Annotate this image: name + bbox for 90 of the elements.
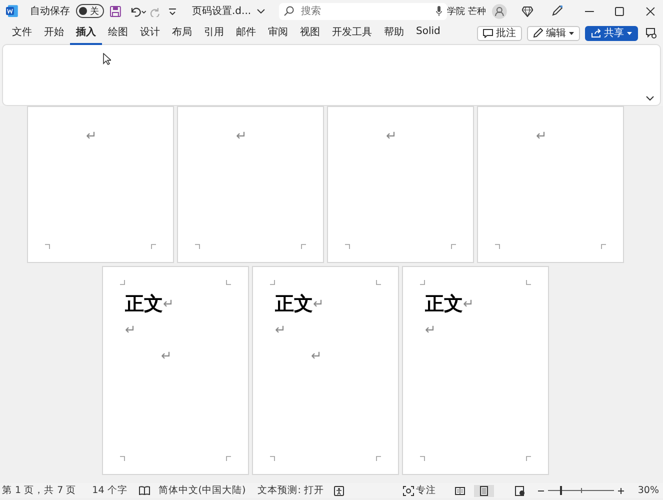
- accessibility-icon[interactable]: [334, 486, 344, 496]
- text-prediction-status[interactable]: 文本预测: 打开: [258, 484, 324, 497]
- print-layout-icon[interactable]: [478, 486, 489, 496]
- paragraph-mark: ↵: [425, 322, 436, 338]
- paragraph-mark: ↵: [311, 348, 322, 364]
- ribbon-tab[interactable]: 绘图: [102, 22, 134, 44]
- save-icon[interactable]: [110, 6, 121, 16]
- ribbon-tab[interactable]: 帮助: [378, 22, 410, 44]
- language-status[interactable]: 简体中文(中国大陆): [158, 484, 246, 497]
- ribbon-tab[interactable]: Solid: [410, 23, 446, 43]
- margin-corner-mark: [270, 456, 275, 461]
- margin-corner-mark: [301, 244, 306, 249]
- ribbon-tab[interactable]: 开始: [38, 22, 70, 44]
- ribbon-tab[interactable]: 邮件: [230, 22, 262, 44]
- ribbon-tab[interactable]: 文件: [6, 22, 38, 44]
- close-icon[interactable]: [646, 6, 656, 16]
- paragraph-mark: ↵: [161, 348, 172, 364]
- margin-corner-mark: [120, 456, 125, 461]
- heading-text: 正文: [125, 292, 163, 317]
- pen-icon[interactable]: [551, 5, 563, 17]
- margin-corner-mark: [601, 244, 606, 249]
- search-icon: [284, 6, 294, 16]
- autosave-toggle[interactable]: 关: [76, 4, 104, 18]
- caret-icon: [569, 32, 574, 34]
- undo-icon[interactable]: [128, 6, 146, 16]
- microphone-icon[interactable]: [436, 6, 442, 16]
- caret-icon: [627, 32, 632, 34]
- zoom-level[interactable]: 30%: [638, 485, 659, 496]
- margin-corner-mark: [226, 456, 231, 461]
- collapse-ribbon-icon[interactable]: [646, 96, 654, 101]
- ribbon-tab[interactable]: 审阅: [262, 22, 294, 44]
- heading-text: 正文: [275, 292, 313, 317]
- paragraph-mark: ↵: [275, 322, 286, 338]
- margin-corner-mark: [151, 244, 156, 249]
- margin-corner-mark: [420, 280, 425, 285]
- customize-icon[interactable]: [169, 7, 176, 15]
- edit-button[interactable]: 编辑: [527, 26, 580, 40]
- paragraph-mark: ↵: [236, 128, 247, 144]
- paragraph-mark: ↵: [125, 322, 136, 338]
- paragraph-mark: ↵: [463, 296, 474, 312]
- margin-corner-mark: [526, 456, 531, 461]
- margin-corner-mark: [376, 456, 381, 461]
- margin-corner-mark: [526, 280, 531, 285]
- paragraph-mark: ↵: [163, 296, 174, 312]
- margin-corner-mark: [495, 244, 500, 249]
- autosave-label: 自动保存: [30, 5, 70, 18]
- diamond-icon[interactable]: [522, 6, 534, 16]
- margin-corner-mark: [376, 280, 381, 285]
- comment-button[interactable]: 批注: [477, 26, 522, 40]
- margin-corner-mark: [195, 244, 200, 249]
- margin-corner-mark: [451, 244, 456, 249]
- focus-icon[interactable]: [402, 486, 414, 496]
- margin-corner-mark: [45, 244, 50, 249]
- search-field[interactable]: 搜索: [278, 2, 447, 20]
- paragraph-mark: ↵: [313, 296, 324, 312]
- margin-corner-mark: [226, 280, 231, 285]
- avatar-icon[interactable]: [492, 4, 507, 18]
- ribbon-tab[interactable]: 开发工具: [326, 22, 378, 44]
- word-count[interactable]: 14 个字: [92, 484, 128, 497]
- mouse-pointer-icon: [103, 53, 111, 65]
- paragraph-mark: ↵: [86, 128, 97, 144]
- share-button[interactable]: 共享: [585, 26, 638, 40]
- comment-icon: [483, 28, 493, 38]
- ribbon-tab[interactable]: 视图: [294, 22, 326, 44]
- zoom-in-icon[interactable]: [618, 488, 624, 494]
- document-title[interactable]: 页码设置.d...: [192, 4, 252, 18]
- share-icon: [591, 28, 601, 38]
- margin-corner-mark: [120, 280, 125, 285]
- ribbon-tab[interactable]: 布局: [166, 22, 198, 44]
- margin-corner-mark: [345, 244, 350, 249]
- margin-corner-mark: [420, 456, 425, 461]
- zoom-slider-thumb[interactable]: [560, 486, 562, 495]
- margin-corner-mark: [270, 280, 275, 285]
- zoom-out-icon[interactable]: [538, 488, 544, 494]
- ribbon-tab[interactable]: 引用: [198, 22, 230, 44]
- read-mode-icon[interactable]: [454, 486, 465, 496]
- proofing-book-icon[interactable]: [139, 486, 150, 495]
- chat-icon[interactable]: [646, 28, 657, 38]
- maximize-icon[interactable]: [615, 6, 624, 16]
- pencil-icon: [533, 28, 543, 38]
- heading-text: 正文: [425, 292, 463, 317]
- user-name[interactable]: 学院 芒种: [446, 4, 486, 18]
- ribbon-tab[interactable]: 设计: [134, 22, 166, 44]
- web-layout-icon[interactable]: [514, 486, 525, 496]
- paragraph-mark: ↵: [386, 128, 397, 144]
- page-count[interactable]: 第 1 页，共 7 页: [2, 484, 76, 497]
- paragraph-mark: ↵: [536, 128, 547, 144]
- word-logo-icon[interactable]: [6, 5, 18, 17]
- focus-mode[interactable]: 专注: [416, 484, 436, 497]
- chevron-down-icon[interactable]: [256, 8, 265, 14]
